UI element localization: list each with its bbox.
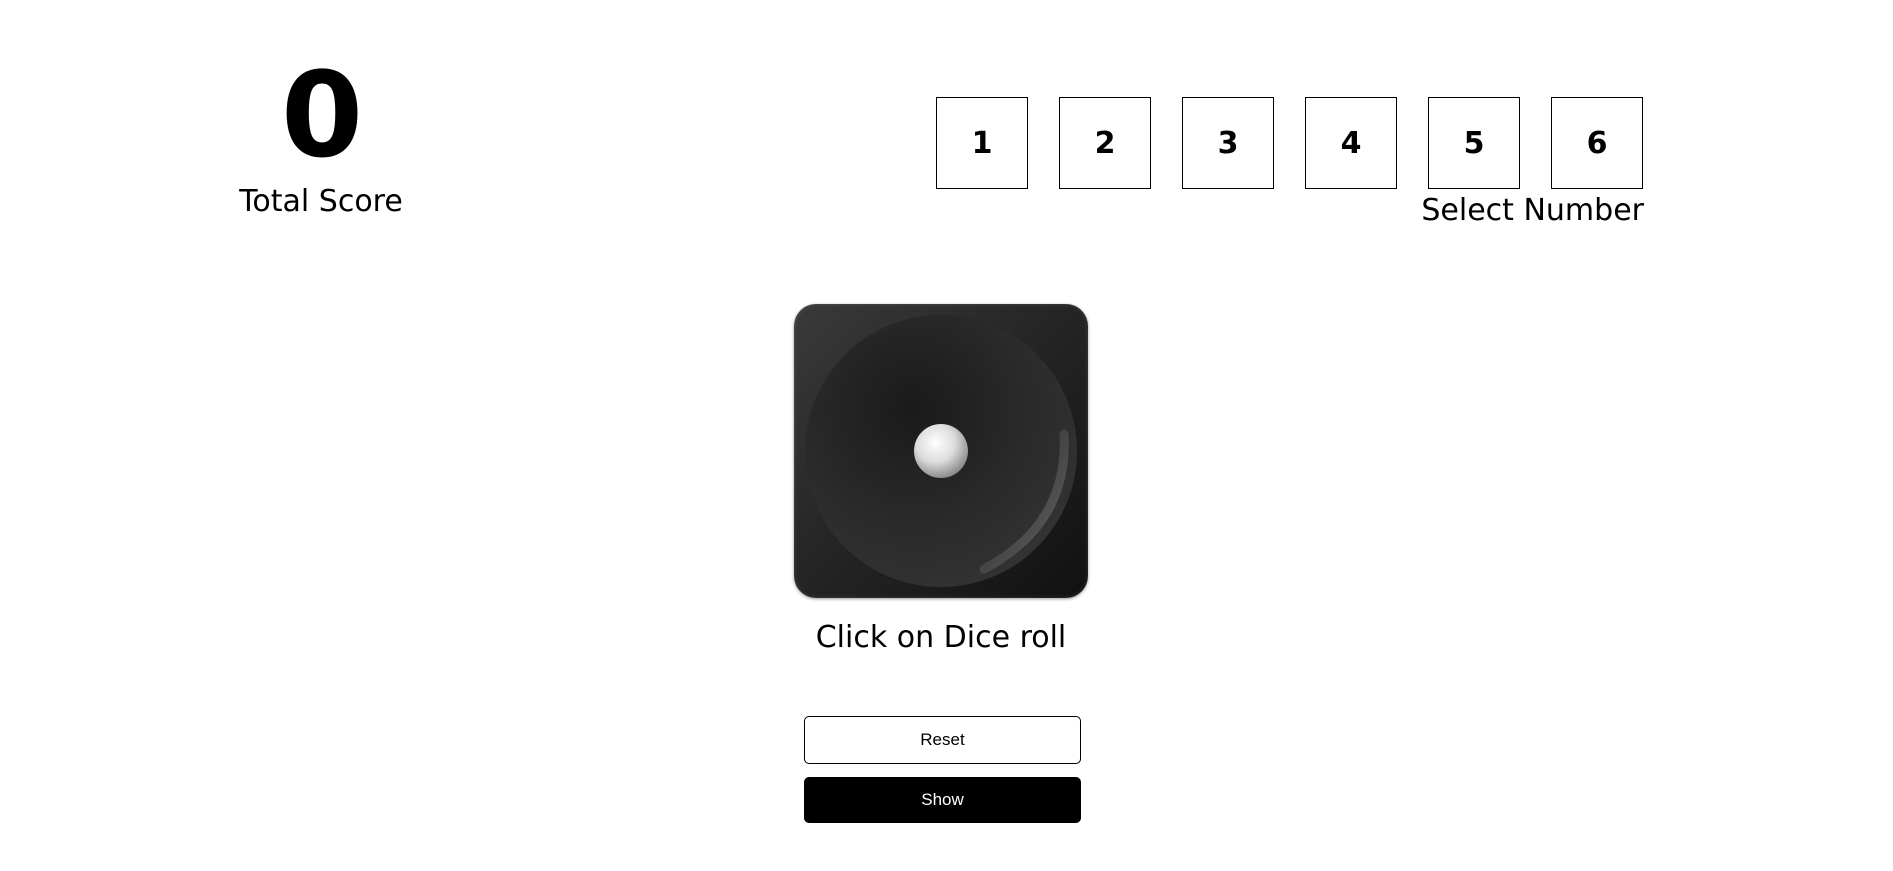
total-score-value: 0	[280, 46, 363, 184]
number-options: 1 2 3 4 5 6	[936, 97, 1646, 189]
dice-pip	[914, 424, 968, 478]
number-option-1[interactable]: 1	[936, 97, 1028, 189]
dice-one-icon[interactable]	[794, 304, 1088, 598]
roll-instruction: Click on Dice roll	[815, 620, 1067, 655]
number-option-5[interactable]: 5	[1428, 97, 1520, 189]
number-option-3[interactable]: 3	[1182, 97, 1274, 189]
number-option-2[interactable]: 2	[1059, 97, 1151, 189]
select-number-label: Select Number	[1421, 193, 1644, 228]
number-selector: 1 2 3 4 5 6 Select Number	[936, 97, 1646, 229]
show-rules-button[interactable]: Show	[804, 777, 1081, 823]
number-option-6[interactable]: 6	[1551, 97, 1643, 189]
total-score-label: Total Score	[239, 184, 403, 219]
dice-face-graphic	[805, 315, 1077, 587]
dice-game-page: 0 Total Score 1 2 3 4 5 6 Select Number	[0, 0, 1893, 871]
number-option-4[interactable]: 4	[1305, 97, 1397, 189]
total-score-block: 0 Total Score	[230, 56, 412, 220]
reset-button[interactable]: Reset	[804, 716, 1081, 764]
